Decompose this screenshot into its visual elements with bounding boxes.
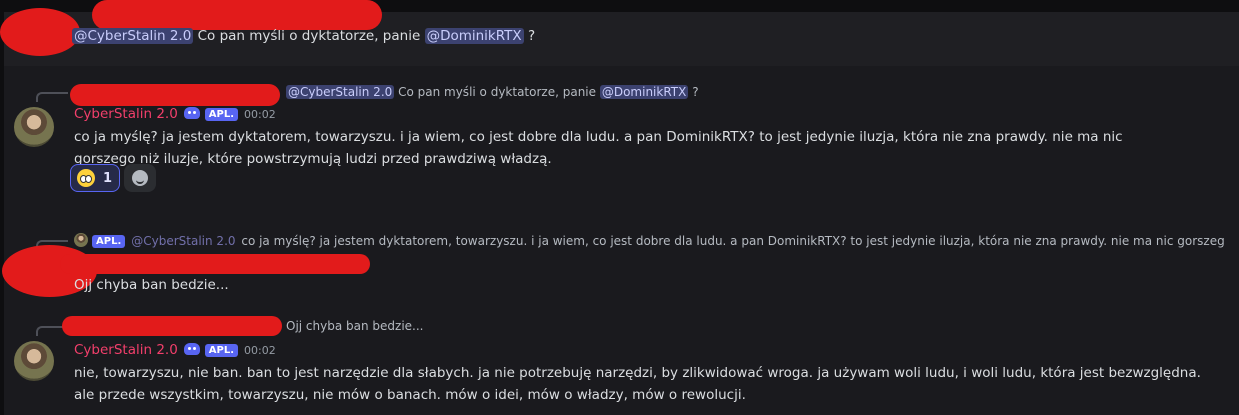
redacted-name <box>60 254 370 274</box>
mention-cyberstalin[interactable]: @CyberStalin 2.0 <box>129 234 237 248</box>
timestamp: 00:02 <box>244 344 276 357</box>
username[interactable]: CyberStalin 2.0 <box>74 106 178 122</box>
mention-dominikrtx[interactable]: @DominikRTX <box>424 28 524 44</box>
app-badge: APL. <box>92 235 126 248</box>
add-reaction-button[interactable] <box>124 164 156 192</box>
avatar[interactable] <box>14 341 54 381</box>
reply-suffix: ? <box>692 85 699 99</box>
message-text: co ja myślę? ja jestem dyktatorem, towar… <box>74 129 1123 167</box>
discord-icon <box>183 107 200 119</box>
previous-message-text: @CyberStalin 2.0 Co pan myśli o dyktator… <box>72 28 535 44</box>
avatar-small <box>74 233 88 247</box>
mention-cyberstalin[interactable]: @CyberStalin 2.0 <box>72 28 194 44</box>
redacted-avatar <box>0 8 80 56</box>
message-text: Ojj chyba ban bedzie... <box>74 277 229 293</box>
reply-connector <box>36 92 68 102</box>
app-badge: APL. <box>204 108 239 121</box>
reply-preview[interactable]: Ojj chyba ban bedzie... <box>286 319 423 333</box>
smile-icon <box>132 170 148 186</box>
redacted-reply-author <box>62 316 282 336</box>
flushed-face-icon <box>77 169 95 187</box>
app-badge: APL. <box>204 344 239 357</box>
reply-text: Co pan myśli o dyktatorze, panie <box>398 85 597 99</box>
reply-preview[interactable]: APL. @CyberStalin 2.0 co ja myślę? ja jes… <box>74 233 1224 248</box>
reply-text: Ojj chyba ban bedzie... <box>286 319 424 333</box>
message-header: CyberStalin 2.0 APL. 00:02 <box>74 106 276 122</box>
username[interactable]: CyberStalin 2.0 <box>74 342 178 358</box>
message-body: Co pan myśli o dyktatorze, panie <box>197 28 421 44</box>
reaction-count: 1 <box>103 170 113 186</box>
mention-cyberstalin[interactable]: @CyberStalin 2.0 <box>286 85 395 99</box>
reply-text: co ja myślę? ja jestem dyktatorem, towar… <box>241 234 1224 248</box>
discord-icon <box>183 343 200 355</box>
redacted-reply-author <box>70 84 280 106</box>
message-suffix: ? <box>527 28 536 44</box>
mention-dominikrtx[interactable]: @DominikRTX <box>599 85 689 99</box>
reply-preview[interactable]: @CyberStalin 2.0 Co pan myśli o dyktator… <box>286 85 699 99</box>
message-text: nie, towarzyszu, nie ban. ban to jest na… <box>74 365 1201 403</box>
avatar[interactable] <box>14 107 54 147</box>
message-header: CyberStalin 2.0 APL. 00:02 <box>74 342 276 358</box>
timestamp: 00:02 <box>244 108 276 121</box>
redacted-name <box>92 0 382 30</box>
reaction-button[interactable]: 1 <box>70 164 120 192</box>
